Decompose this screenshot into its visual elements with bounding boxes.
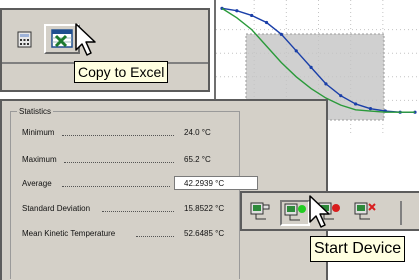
calculator-icon — [17, 31, 32, 48]
stat-value: 24.0 °C — [184, 128, 211, 137]
start-device-tooltip: Start Device — [310, 236, 406, 262]
calculator-button[interactable] — [12, 24, 36, 54]
chart-point — [250, 13, 254, 18]
clear-device-button[interactable] — [350, 200, 380, 226]
toolbar-separator — [400, 201, 402, 225]
leader-dots — [102, 211, 174, 212]
chart-point — [354, 102, 358, 106]
chart-point — [235, 9, 239, 13]
mouse-pointer-icon — [75, 23, 96, 56]
stat-value: 15.8522 °C — [184, 204, 225, 213]
chart-point — [324, 82, 328, 86]
stat-row-maximum: Maximum 65.2 °C — [22, 155, 322, 167]
stat-label: Maximum — [22, 155, 57, 164]
stat-label: Mean Kinetic Temperature — [22, 229, 116, 238]
statistics-group-title: Statistics — [17, 107, 54, 116]
leader-dots — [62, 186, 170, 187]
mouse-pointer-icon — [309, 195, 330, 228]
stat-row-minimum: Minimum 24.0 °C — [22, 128, 322, 140]
device-settings-icon — [250, 202, 270, 220]
leader-dots — [136, 236, 174, 237]
stat-value: 65.2 °C — [184, 155, 211, 164]
chart-point — [339, 94, 343, 98]
chart-point — [309, 65, 313, 69]
device-settings-button[interactable] — [246, 200, 276, 226]
leader-dots — [64, 162, 174, 163]
chart-point — [264, 20, 269, 25]
stat-label: Standard Deviation — [22, 204, 91, 213]
start-device-button[interactable] — [280, 200, 310, 226]
chart-point — [279, 32, 283, 36]
stat-value: 42.2939 °C — [184, 179, 225, 188]
statistics-panel: Statistics Minimum 24.0 °C Maximum 65.2 … — [0, 99, 328, 280]
start-device-icon — [284, 203, 306, 221]
stat-label: Minimum — [22, 128, 55, 137]
stat-label: Average — [22, 179, 52, 188]
chart-point — [368, 107, 373, 111]
chart-point — [294, 49, 298, 53]
copy-to-excel-tooltip: Copy to Excel — [74, 61, 169, 83]
clear-device-icon — [354, 202, 376, 220]
leader-dots — [62, 135, 174, 136]
stat-row-average: Average 42.2939 °C — [22, 176, 322, 191]
stat-value: 52.6485 °C — [184, 229, 225, 238]
